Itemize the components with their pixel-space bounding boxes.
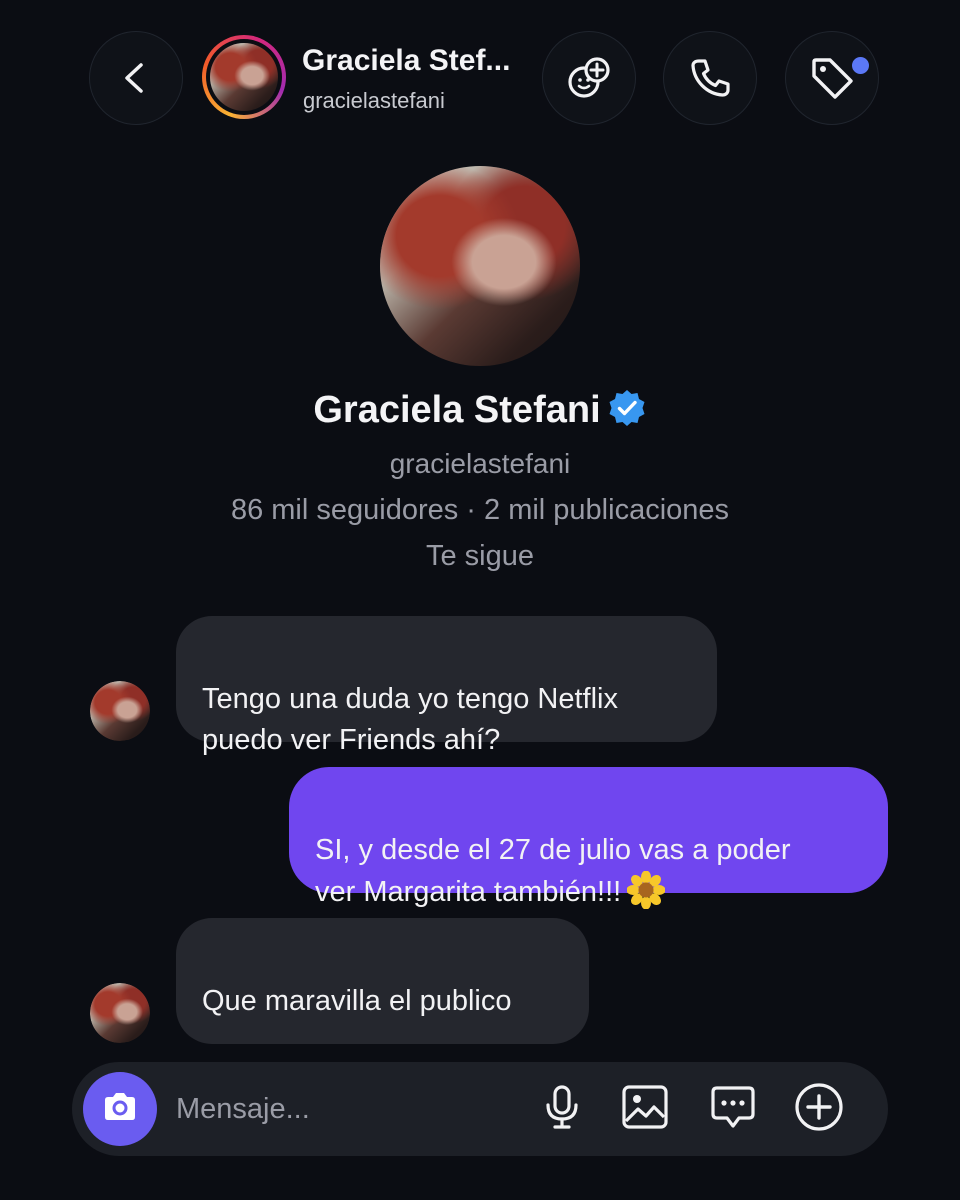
camera-button[interactable]	[83, 1072, 157, 1146]
header-username[interactable]: gracielastefani	[303, 88, 445, 114]
header-avatar[interactable]	[202, 35, 286, 119]
header-contact-name[interactable]: Graciela Stef...	[302, 44, 510, 78]
sunflower-emoji	[626, 870, 666, 910]
profile-username: gracielastefani	[389, 448, 571, 479]
more-options-button[interactable]	[792, 1082, 846, 1136]
sender-avatar[interactable]	[90, 681, 150, 741]
microphone-button[interactable]	[535, 1082, 589, 1136]
follow-status: Te sigue	[425, 540, 534, 572]
message-text: SI, y desde el 27 de julio vas a poder v…	[315, 834, 791, 908]
phone-icon	[685, 53, 735, 103]
add-sticker-button[interactable]	[542, 31, 636, 125]
gallery-button[interactable]	[618, 1082, 672, 1136]
plus-circle-icon	[793, 1081, 845, 1138]
header-avatar-photo	[210, 43, 278, 111]
verified-badge-icon	[607, 388, 647, 433]
message-text-line1: Que maravilla el publico	[202, 985, 512, 1017]
call-button[interactable]	[663, 31, 757, 125]
tag-button[interactable]	[785, 31, 879, 125]
message-text: Tengo una duda yo tengo Netflix puedo ve…	[202, 683, 618, 756]
chat-bubble-icon	[708, 1082, 758, 1137]
message-bubble-incoming[interactable]: Tengo una duda yo tengo Netflix puedo ve…	[176, 616, 717, 756]
message-bubble-incoming[interactable]: Que maravilla el publico agradecido	[176, 918, 589, 1099]
profile-name: Graciela Stefani	[313, 389, 601, 431]
profile-name-row: Graciela Stefani	[0, 388, 960, 433]
profile-stats: 86 mil seguidores · 2 mil publicaciones	[230, 494, 730, 526]
camera-icon	[100, 1087, 140, 1132]
notification-dot	[849, 54, 872, 77]
add-sticker-icon	[561, 50, 617, 106]
message-bubble-outgoing[interactable]: SI, y desde el 27 de julio vas a poder v…	[289, 767, 888, 910]
microphone-icon	[540, 1083, 584, 1136]
back-button[interactable]	[89, 31, 183, 125]
sender-avatar[interactable]	[90, 983, 150, 1043]
chat-options-button[interactable]	[706, 1082, 760, 1136]
chevron-left-icon	[116, 58, 156, 98]
image-icon	[620, 1083, 670, 1136]
message-input[interactable]	[176, 1086, 516, 1132]
profile-photo[interactable]	[380, 166, 580, 366]
